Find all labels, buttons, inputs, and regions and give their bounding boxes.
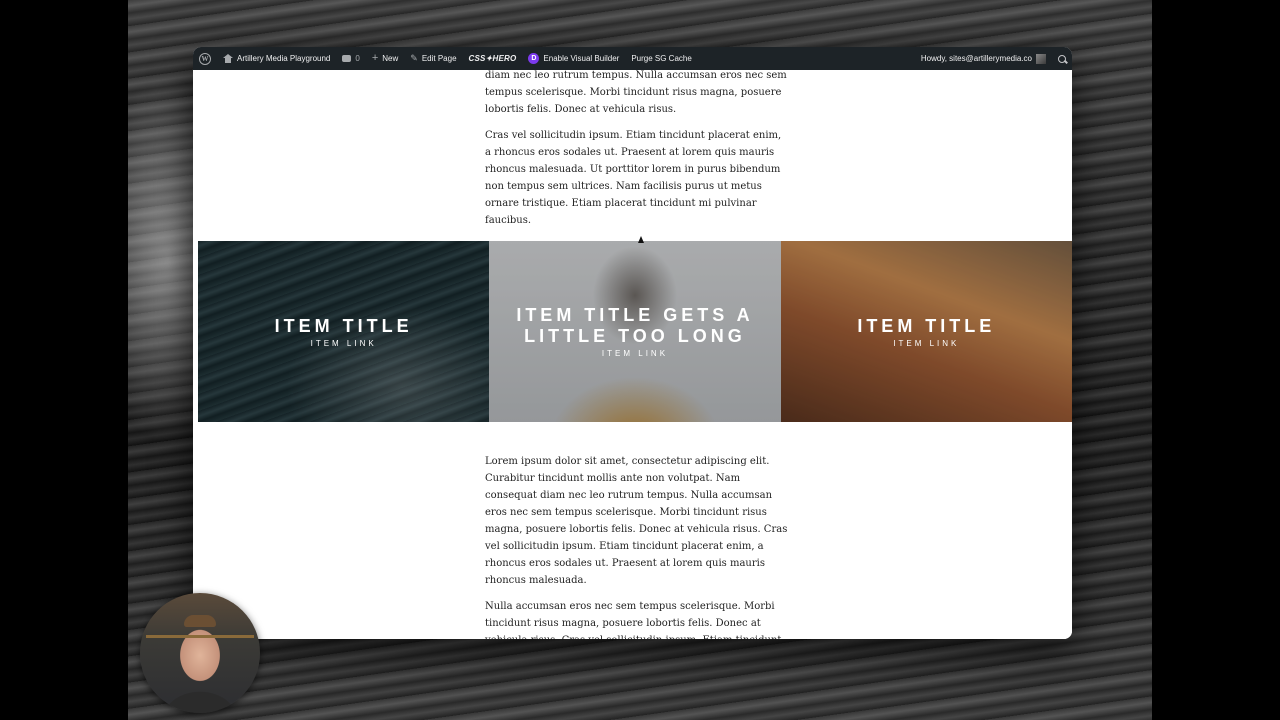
- site-name-label: Artillery Media Playground: [237, 54, 331, 63]
- card-link[interactable]: ITEM LINK: [311, 339, 377, 348]
- wordpress-icon: W: [199, 52, 211, 65]
- admin-search-button[interactable]: [1052, 47, 1072, 70]
- wp-admin-bar: W Artillery Media Playground 0 + New ✎ E…: [193, 47, 1072, 70]
- card-title: ITEM TITLE GETS A LITTLE TOO LONG: [516, 305, 754, 346]
- card-link[interactable]: ITEM LINK: [602, 349, 668, 358]
- presenter-hair: [184, 615, 216, 627]
- new-content-menu[interactable]: + New: [366, 47, 404, 70]
- portfolio-card[interactable]: ITEM TITLE GETS A LITTLE TOO LONG ITEM L…: [489, 241, 781, 422]
- css-hero-label: CSS✦HERO: [468, 54, 517, 63]
- comments-count: 0: [355, 54, 360, 63]
- purge-cache-button[interactable]: Purge SG Cache: [625, 47, 697, 70]
- portfolio-card[interactable]: ITEM TITLE ITEM LINK: [780, 241, 1072, 422]
- paragraph: Lorem ipsum dolor sit amet, consectetur …: [485, 456, 788, 586]
- portfolio-card[interactable]: ITEM TITLE ITEM LINK: [198, 241, 490, 422]
- avatar: [1036, 53, 1046, 64]
- edit-page-link[interactable]: ✎ Edit Page: [404, 47, 462, 70]
- webcam-overlay: [140, 593, 260, 713]
- enable-visual-builder-button[interactable]: D Enable Visual Builder: [522, 47, 625, 70]
- divi-icon: D: [528, 53, 540, 64]
- comment-bubble-icon: [342, 55, 352, 62]
- card-link[interactable]: ITEM LINK: [893, 339, 959, 348]
- edit-page-label: Edit Page: [421, 54, 457, 63]
- site-name-link[interactable]: Artillery Media Playground: [217, 47, 336, 70]
- paragraph: diam nec leo rutrum tempus. Nulla accums…: [485, 70, 787, 115]
- new-label: New: [382, 54, 399, 63]
- shelf-decoration: [146, 635, 254, 638]
- top-text-block: diam nec leo rutrum tempus. Nulla accums…: [485, 70, 790, 238]
- portfolio-cards-row: ITEM TITLE ITEM LINK ITEM TITLE GETS A L…: [198, 241, 1072, 422]
- admin-bar-secondary: Howdy, sites@artillerymedia.co: [915, 47, 1072, 70]
- page-content: diam nec leo rutrum tempus. Nulla accums…: [198, 70, 1072, 639]
- pencil-icon: ✎: [410, 53, 418, 63]
- browser-window: W Artillery Media Playground 0 + New ✎ E…: [193, 47, 1072, 639]
- mouse-cursor-icon: [638, 236, 644, 243]
- card-title: ITEM TITLE: [274, 315, 413, 336]
- css-hero-button[interactable]: CSS✦HERO: [463, 47, 523, 70]
- user-account-menu[interactable]: Howdy, sites@artillerymedia.co: [915, 47, 1052, 70]
- bottom-text-block: Lorem ipsum dolor sit amet, consectetur …: [485, 453, 790, 639]
- wordpress-logo-button[interactable]: W: [193, 47, 217, 70]
- paragraph: Cras vel sollicitudin ipsum. Etiam tinci…: [485, 130, 782, 226]
- paragraph: Nulla accumsan eros nec sem tempus scele…: [485, 601, 781, 639]
- visual-builder-label: Enable Visual Builder: [543, 54, 620, 63]
- card-title: ITEM TITLE: [857, 315, 996, 336]
- search-icon: [1058, 54, 1066, 63]
- howdy-label: Howdy, sites@artillerymedia.co: [920, 54, 1032, 63]
- comments-link[interactable]: 0: [336, 47, 365, 70]
- home-icon: [223, 54, 233, 63]
- plus-icon: +: [371, 52, 379, 64]
- purge-cache-label: Purge SG Cache: [631, 54, 692, 63]
